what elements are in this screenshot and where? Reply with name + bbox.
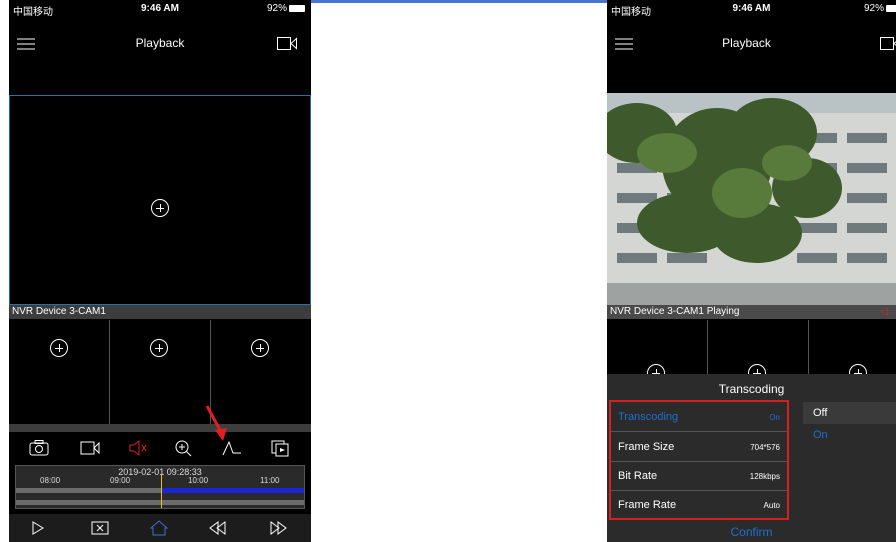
- playback-timeline[interactable]: 2019-02-01 09:28:33 08:00 09:00 10:00 11…: [15, 465, 305, 509]
- video-slot[interactable]: [9, 320, 110, 424]
- timeline-tick: 11:00: [260, 476, 280, 485]
- video-slot[interactable]: [607, 320, 708, 382]
- battery-percent: 92%: [266, 3, 287, 14]
- option-label: Off: [813, 407, 828, 419]
- camera-label: NVR Device 3-CAM1 Playing: [610, 306, 740, 317]
- red-pointer-arrow: [205, 405, 227, 441]
- status-time: 9:46 AM: [141, 3, 179, 14]
- battery-status: 92%: [267, 3, 305, 14]
- timeline-track-secondary: [16, 500, 304, 505]
- status-time: 9:46 AM: [732, 3, 771, 14]
- bottom-tab-bar: [9, 514, 311, 542]
- battery-status: 92%: [864, 3, 896, 14]
- option-off[interactable]: Off: [803, 402, 896, 424]
- close-icon[interactable]: [91, 520, 109, 536]
- video-grid-row: [607, 320, 896, 382]
- video-slot[interactable]: [809, 320, 896, 382]
- add-camera-icon[interactable]: [50, 339, 68, 357]
- dialog-title: Transcoding: [718, 382, 785, 396]
- playback-toolbar: [9, 434, 311, 462]
- option-on[interactable]: On: [803, 424, 896, 446]
- home-icon[interactable]: [150, 520, 168, 536]
- camera-video-feed[interactable]: [607, 93, 896, 307]
- copy-icon[interactable]: [269, 439, 291, 457]
- video-grid-row: [9, 320, 311, 424]
- phone-screen-left: 中国移动 9:46 AM 92% Playback NVR Device 3-C…: [9, 0, 311, 542]
- highlight-annotation: [609, 400, 789, 520]
- camera-label-bar: NVR Device 3-CAM1: [9, 305, 311, 319]
- video-slot[interactable]: [110, 320, 211, 424]
- forward-icon[interactable]: [269, 520, 287, 536]
- video-slot[interactable]: [708, 320, 809, 382]
- status-bar: 中国移动 9:46 AM 92%: [9, 0, 311, 18]
- speaker-icon[interactable]: [127, 439, 149, 457]
- option-label: On: [813, 429, 828, 441]
- play-icon[interactable]: [29, 520, 47, 536]
- main-video-slot[interactable]: [9, 95, 311, 305]
- page-title: Playback: [135, 36, 185, 50]
- speaker-icon[interactable]: ◁: [880, 305, 888, 319]
- add-camera-icon[interactable]: [150, 339, 168, 357]
- rewind-icon[interactable]: [209, 520, 227, 536]
- timeline-cursor[interactable]: [161, 474, 162, 508]
- timeline-tick: 10:00: [188, 476, 209, 485]
- confirm-button[interactable]: Confirm: [607, 522, 896, 542]
- zoom-icon[interactable]: [173, 439, 195, 457]
- camera-icon[interactable]: [277, 37, 297, 50]
- nav-bar: Playback: [9, 18, 311, 62]
- battery-icon: [886, 4, 896, 12]
- add-camera-icon[interactable]: [151, 199, 169, 217]
- camera-icon[interactable]: [880, 37, 896, 50]
- camera-label-bar: NVR Device 3-CAM1 Playing ◁: [607, 305, 896, 319]
- camera-label: NVR Device 3-CAM1: [12, 306, 106, 317]
- timeline-tick: 09:00: [110, 476, 131, 485]
- add-camera-icon[interactable]: [251, 339, 269, 357]
- page-title: Playback: [722, 36, 771, 50]
- nav-bar: Playback: [607, 18, 896, 62]
- divider: [9, 424, 311, 432]
- recorded-segment: [161, 488, 304, 493]
- battery-percent: 92%: [863, 3, 884, 14]
- battery-icon: [289, 4, 305, 12]
- timeline-tick: 08:00: [40, 476, 61, 485]
- status-bar: 中国移动 9:46 AM 92%: [607, 0, 896, 18]
- record-icon[interactable]: [79, 439, 101, 457]
- phone-screen-right: 中国移动 9:46 AM 92% Playback NVR Device 3-C…: [607, 0, 896, 542]
- snapshot-icon[interactable]: [28, 439, 50, 457]
